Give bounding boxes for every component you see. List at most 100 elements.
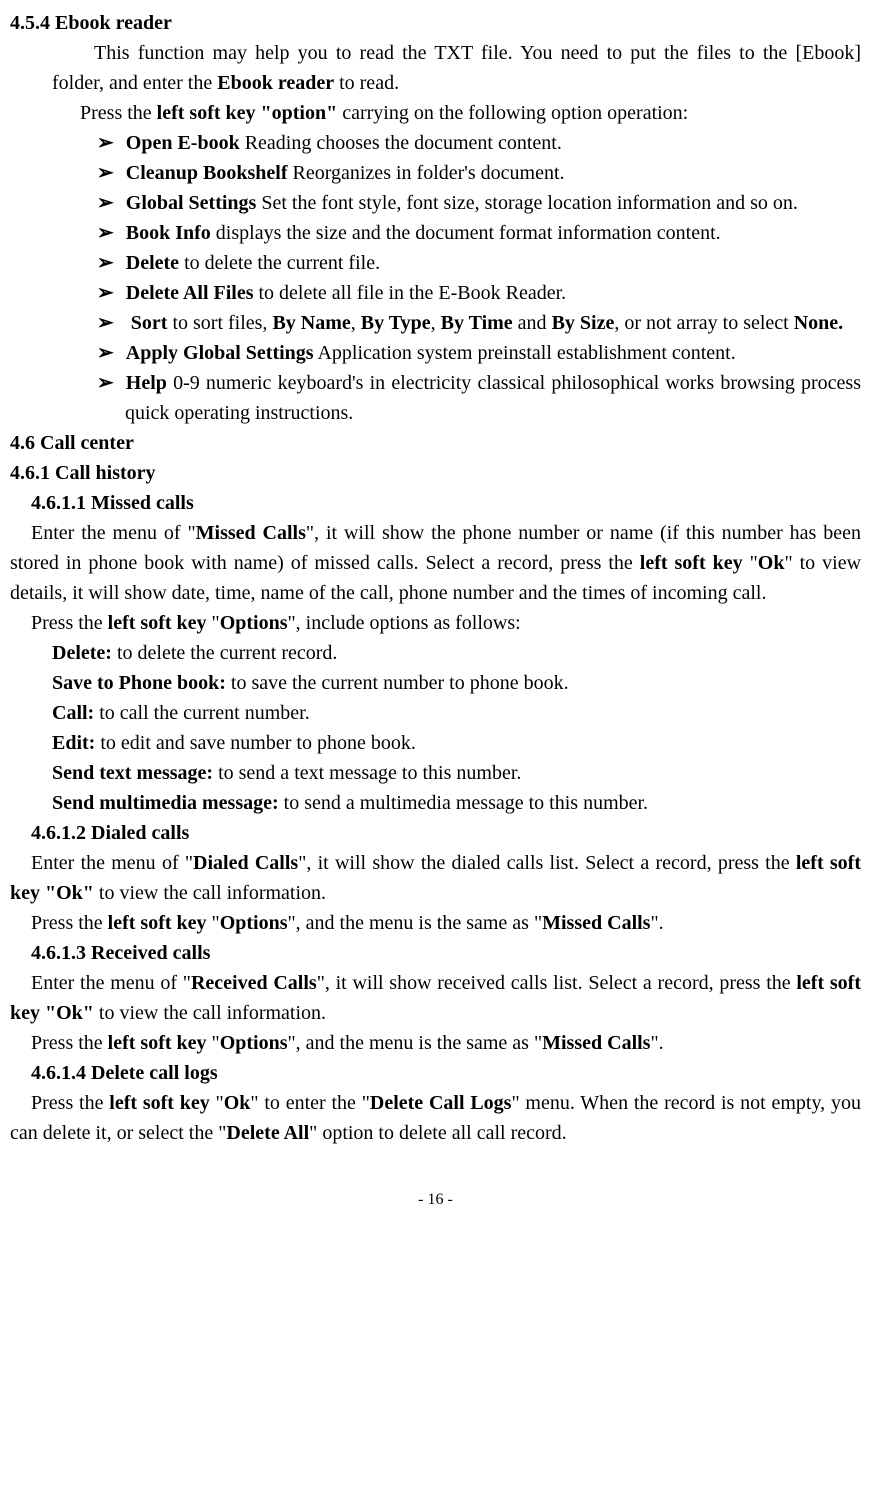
list-item: Delete: to delete the current record. [10, 638, 861, 668]
opt-desc: Reorganizes in folder's document. [287, 162, 564, 184]
text: ", and the menu is the same as " [288, 912, 543, 934]
text: Press the [31, 1032, 108, 1054]
text: " [207, 912, 220, 934]
text-bold: Options [220, 612, 288, 634]
text: " [207, 612, 220, 634]
text: to sort files, [167, 312, 272, 334]
list-item: Edit: to edit and save number to phone b… [10, 728, 861, 758]
text: to read. [334, 72, 399, 94]
list-item: Cleanup Bookshelf Reorganizes in folder'… [10, 158, 861, 188]
opt-title: Cleanup Bookshelf [126, 162, 288, 184]
dialed-calls-p1: Enter the menu of "Dialed Calls", it wil… [10, 848, 861, 908]
opt-desc: to edit and save number to phone book. [95, 732, 416, 754]
heading-4-6-1: 4.6.1 Call history [10, 458, 861, 488]
text: Press the [31, 1092, 109, 1114]
text-bold: Options [220, 1032, 288, 1054]
text-bold: By Type [361, 312, 431, 334]
text: Press the [31, 912, 108, 934]
list-item: Call: to call the current number. [10, 698, 861, 728]
list-item: Sort to sort files, By Name, By Type, By… [10, 308, 861, 338]
text: Press the [31, 612, 108, 634]
opt-title: Save to Phone book: [52, 672, 226, 694]
opt-title: Call: [52, 702, 94, 724]
opt-title: Global Settings [126, 192, 257, 214]
opt-desc: to call the current number. [94, 702, 309, 724]
opt-title: Delete: [52, 642, 112, 664]
text-bold: Missed Calls [542, 912, 650, 934]
text: , [351, 312, 361, 334]
opt-title: Sort [131, 312, 168, 334]
opt-title: Edit: [52, 732, 95, 754]
text: Enter the menu of " [31, 852, 193, 874]
text: " [743, 552, 758, 574]
text-bold: By Time [441, 312, 513, 334]
text-bold: Ebook reader [217, 72, 334, 94]
text-bold: left soft key [640, 552, 743, 574]
list-item: Open E-book Reading chooses the document… [10, 128, 861, 158]
text-bold: Ok [224, 1092, 251, 1114]
text: " [207, 1032, 220, 1054]
opt-desc: to send a multimedia message to this num… [279, 792, 648, 814]
heading-4-5-4: 4.5.4 Ebook reader [10, 8, 861, 38]
text-bold: Received Calls [191, 972, 317, 994]
list-item: Delete All Files to delete all file in t… [10, 278, 861, 308]
heading-4-6-1-3: 4.6.1.3 Received calls [10, 938, 861, 968]
text: This function may help you to read the T… [52, 42, 861, 94]
heading-4-6-1-1: 4.6.1.1 Missed calls [10, 488, 861, 518]
opt-desc: to delete the current file. [179, 252, 380, 274]
text-bold: By Name [272, 312, 350, 334]
text: Press the [80, 102, 157, 124]
heading-4-6-1-2: 4.6.1.2 Dialed calls [10, 818, 861, 848]
text-bold: Delete All [226, 1122, 309, 1144]
text-bold: By Size [552, 312, 615, 334]
opt-title: Help [126, 372, 167, 394]
list-item: Apply Global Settings Application system… [10, 338, 861, 368]
text: ", it will show received calls list. Sel… [317, 972, 797, 994]
ebook-press: Press the left soft key "option" carryin… [10, 98, 861, 128]
text-bold: Options [220, 912, 288, 934]
list-item: Save to Phone book: to save the current … [10, 668, 861, 698]
opt-desc: Application system preinstall establishm… [314, 342, 736, 364]
text: ", include options as follows: [288, 612, 521, 634]
text-bold: left soft key [108, 912, 207, 934]
opt-title: Send multimedia message: [52, 792, 279, 814]
text: to view the call information. [94, 882, 326, 904]
text: Enter the menu of " [31, 522, 196, 544]
text: " option to delete all call record. [309, 1122, 567, 1144]
text-bold: Dialed Calls [193, 852, 298, 874]
text-bold: left soft key [108, 1032, 207, 1054]
opt-desc: to send a text message to this number. [213, 762, 521, 784]
opt-title: Book Info [126, 222, 211, 244]
text: " [210, 1092, 224, 1114]
text: carrying on the following option operati… [337, 102, 688, 124]
received-calls-p1: Enter the menu of "Received Calls", it w… [10, 968, 861, 1028]
text: Enter the menu of " [31, 972, 191, 994]
text: and [513, 312, 552, 334]
text: ". [650, 912, 663, 934]
opt-title: Delete All Files [126, 282, 254, 304]
text-bold: left soft key [109, 1092, 209, 1114]
missed-calls-options: Delete: to delete the current record. Sa… [10, 638, 861, 818]
ebook-options-list: Open E-book Reading chooses the document… [10, 128, 861, 428]
list-item: Book Info displays the size and the docu… [10, 218, 861, 248]
text-bold: left soft key "option" [157, 102, 338, 124]
opt-title: Open E-book [126, 132, 240, 154]
text-bold: left soft key [108, 612, 207, 634]
ebook-intro: This function may help you to read the T… [10, 38, 861, 98]
text: ". [650, 1032, 663, 1054]
text: ", it will show the dialed calls list. S… [298, 852, 796, 874]
opt-desc: 0-9 numeric keyboard's in electricity cl… [125, 372, 861, 424]
opt-title: Delete [126, 252, 179, 274]
text: ", and the menu is the same as " [288, 1032, 543, 1054]
heading-4-6-1-4: 4.6.1.4 Delete call logs [10, 1058, 861, 1088]
dialed-calls-p2: Press the left soft key "Options", and t… [10, 908, 861, 938]
page-number: - 16 - [10, 1188, 861, 1212]
opt-desc: to delete all file in the E-Book Reader. [254, 282, 567, 304]
text: " to enter the " [250, 1092, 370, 1114]
text: to view the call information. [94, 1002, 326, 1024]
opt-desc: Set the font style, font size, storage l… [256, 192, 798, 214]
opt-desc: to delete the current record. [112, 642, 337, 664]
list-item: Send text message: to send a text messag… [10, 758, 861, 788]
text-bold: Ok [758, 552, 785, 574]
text: , or not array to select [614, 312, 793, 334]
